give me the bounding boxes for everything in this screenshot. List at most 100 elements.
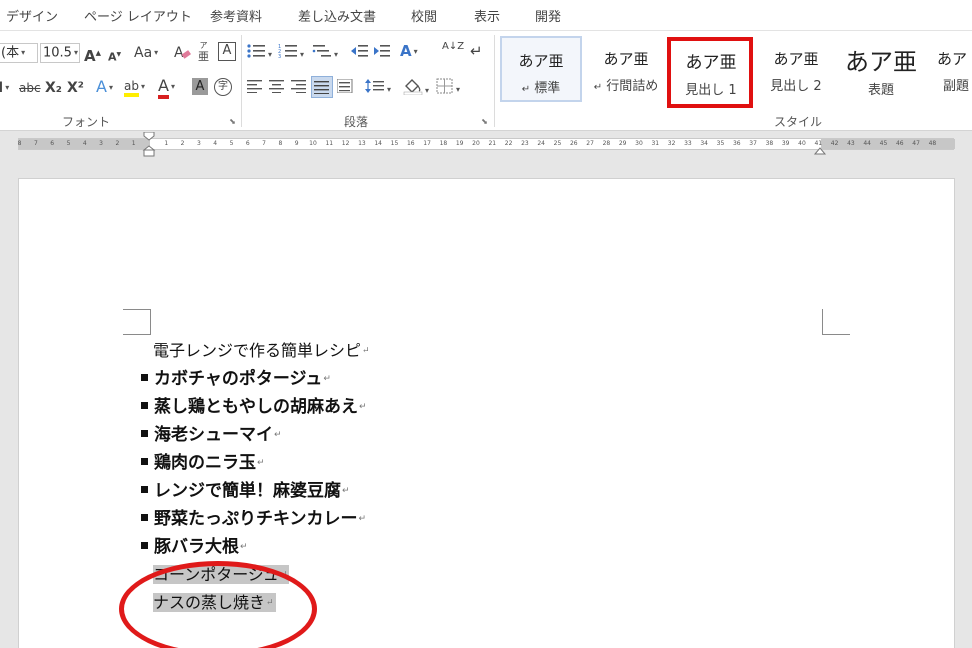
- style-title[interactable]: あア亜 表題: [840, 36, 922, 102]
- ruler-number: 2: [180, 140, 185, 147]
- annotation-highlight-box: [667, 37, 753, 108]
- style-sample: あア亜: [603, 50, 649, 68]
- borders-button[interactable]: ▾: [436, 78, 460, 99]
- increase-indent-button[interactable]: [372, 43, 390, 64]
- bullets-button[interactable]: ▾: [246, 43, 272, 64]
- enclose-characters-button[interactable]: 字: [214, 78, 232, 96]
- furigana-button[interactable]: ア亜: [198, 40, 209, 62]
- line-spacing-icon: [365, 79, 384, 93]
- ruler-number: 40: [798, 140, 806, 147]
- grow-font-icon: A: [84, 47, 96, 65]
- list-item[interactable]: 鶏肉のニラ玉↵: [141, 451, 265, 475]
- ruler-number: 8: [17, 140, 22, 147]
- tab-page-layout[interactable]: ページ レイアウト: [84, 6, 192, 25]
- list-item[interactable]: 蒸し鶏ともやしの胡麻あえ↵: [141, 395, 367, 419]
- style-sample: あア亜: [773, 50, 819, 68]
- distributed-button[interactable]: [336, 78, 353, 98]
- bullet-icon: [141, 457, 148, 465]
- ruler-number: 36: [732, 140, 741, 147]
- numbering-button[interactable]: 1 2 3 ▾: [278, 43, 304, 64]
- list-item[interactable]: 豚バラ大根↵: [141, 535, 248, 559]
- borders-icon: [436, 78, 453, 94]
- text-effects-button[interactable]: A ▾: [96, 78, 113, 97]
- right-indent-marker-icon[interactable]: [813, 144, 827, 156]
- ruler-number: 6: [245, 140, 250, 147]
- font-name-combo[interactable]: (本 ▾: [0, 43, 38, 63]
- style-heading-2[interactable]: あア亜 見出し 2: [755, 36, 837, 102]
- bullet-list-icon: [247, 44, 265, 58]
- asian-layout-button[interactable]: A ▾: [400, 42, 418, 61]
- chevron-down-icon: ▾: [268, 50, 273, 59]
- paragraph-mark-icon: ↵: [593, 82, 603, 93]
- ruler-number: 37: [749, 140, 757, 147]
- decrease-indent-button[interactable]: [350, 43, 368, 64]
- font-size-combo[interactable]: 10.5 ▾: [40, 43, 80, 63]
- show-marks-button[interactable]: ↵: [470, 42, 483, 60]
- character-border-button[interactable]: A: [218, 42, 236, 61]
- subscript-button[interactable]: X₂: [45, 79, 62, 97]
- svg-text:3: 3: [278, 54, 281, 59]
- list-item[interactable]: レンジで簡単！麻婆豆腐↵: [141, 479, 350, 503]
- list-item[interactable]: カボチャのポタージュ↵: [141, 367, 331, 391]
- document-page[interactable]: 電子レンジで作る簡単レシピ↵ カボチャのポタージュ↵ 蒸し鶏ともやしの胡麻あえ↵…: [18, 178, 955, 648]
- chevron-down-icon: ▾: [387, 85, 392, 94]
- ruler-number: 38: [765, 140, 774, 147]
- paragraph-mark-icon: ↵: [470, 42, 483, 60]
- ruler-number: 14: [374, 140, 383, 147]
- bullet-icon: [141, 541, 148, 549]
- list-item[interactable]: 海老シューマイ↵: [141, 423, 282, 447]
- dialog-launcher-icon[interactable]: ⬊: [480, 117, 489, 126]
- align-center-button[interactable]: [269, 79, 285, 98]
- tab-view[interactable]: 表示: [474, 6, 500, 25]
- style-subtitle[interactable]: あア 副題: [925, 36, 972, 102]
- tab-review[interactable]: 校閲: [411, 6, 437, 25]
- ribbon-tab-bar: デザイン ページ レイアウト 参考資料 差し込み文書 校閲 表示 開発: [0, 0, 972, 30]
- shading-button[interactable]: ▾: [403, 77, 429, 100]
- decrease-indent-icon: [351, 45, 368, 57]
- tab-developer[interactable]: 開発: [535, 6, 561, 25]
- tab-design[interactable]: デザイン: [6, 6, 58, 25]
- crop-mark: [123, 309, 151, 310]
- sort-button[interactable]: A↓Z: [442, 42, 464, 52]
- change-case-button[interactable]: Aa ▾: [134, 44, 158, 62]
- ruler-number: 32: [667, 140, 676, 147]
- ruler-number: 17: [423, 140, 431, 147]
- tab-mailings[interactable]: 差し込み文書: [298, 6, 376, 25]
- highlight-button[interactable]: ab ▾: [124, 77, 145, 97]
- shrink-font-button[interactable]: A▼: [108, 46, 121, 67]
- style-normal[interactable]: あア亜 ↵ 標準: [500, 36, 582, 102]
- document-title-line[interactable]: 電子レンジで作る簡単レシピ↵: [153, 339, 370, 363]
- justify-icon: [314, 81, 329, 95]
- grow-font-button[interactable]: A▲: [84, 44, 101, 65]
- list-item[interactable]: 野菜たっぷりチキンカレー↵: [141, 507, 366, 531]
- align-left-button[interactable]: [247, 79, 263, 98]
- tab-references[interactable]: 参考資料: [210, 6, 262, 25]
- crop-mark: [822, 334, 850, 335]
- ruler-number: 34: [700, 140, 709, 147]
- character-shading-button[interactable]: A: [192, 78, 208, 95]
- chevron-down-icon: ▾: [154, 48, 159, 57]
- paragraph-group-label: 段落: [344, 115, 369, 129]
- dialog-launcher-icon[interactable]: ⬊: [228, 117, 237, 126]
- ruler-number: 9: [294, 140, 299, 147]
- justify-button[interactable]: [311, 76, 333, 98]
- font-name-value: (本: [1, 45, 20, 61]
- superscript-button[interactable]: X²: [67, 79, 84, 97]
- ruler-number: 3: [196, 140, 201, 147]
- ruler-number: 5: [66, 140, 71, 147]
- clear-formatting-button[interactable]: A: [173, 43, 191, 66]
- bold-button-partial[interactable]: I ▾: [0, 79, 9, 97]
- indent-marker-icon[interactable]: [142, 132, 156, 158]
- highlight-icon: ab: [124, 79, 139, 97]
- line-spacing-button[interactable]: ▾: [365, 78, 391, 99]
- align-right-button[interactable]: [291, 79, 307, 98]
- ruler-number: 29: [618, 140, 627, 147]
- font-color-button[interactable]: A ▾: [158, 76, 175, 99]
- strikethrough-button[interactable]: abc: [19, 79, 41, 97]
- styles-group-label: スタイル: [774, 115, 823, 129]
- ruler-number: 42: [830, 140, 839, 147]
- paint-bucket-icon: [403, 79, 423, 96]
- style-no-spacing[interactable]: あア亜 ↵ 行間詰め: [585, 36, 667, 102]
- paragraph-mark-icon: ↵: [358, 514, 367, 524]
- multilevel-list-button[interactable]: ▾: [312, 43, 338, 64]
